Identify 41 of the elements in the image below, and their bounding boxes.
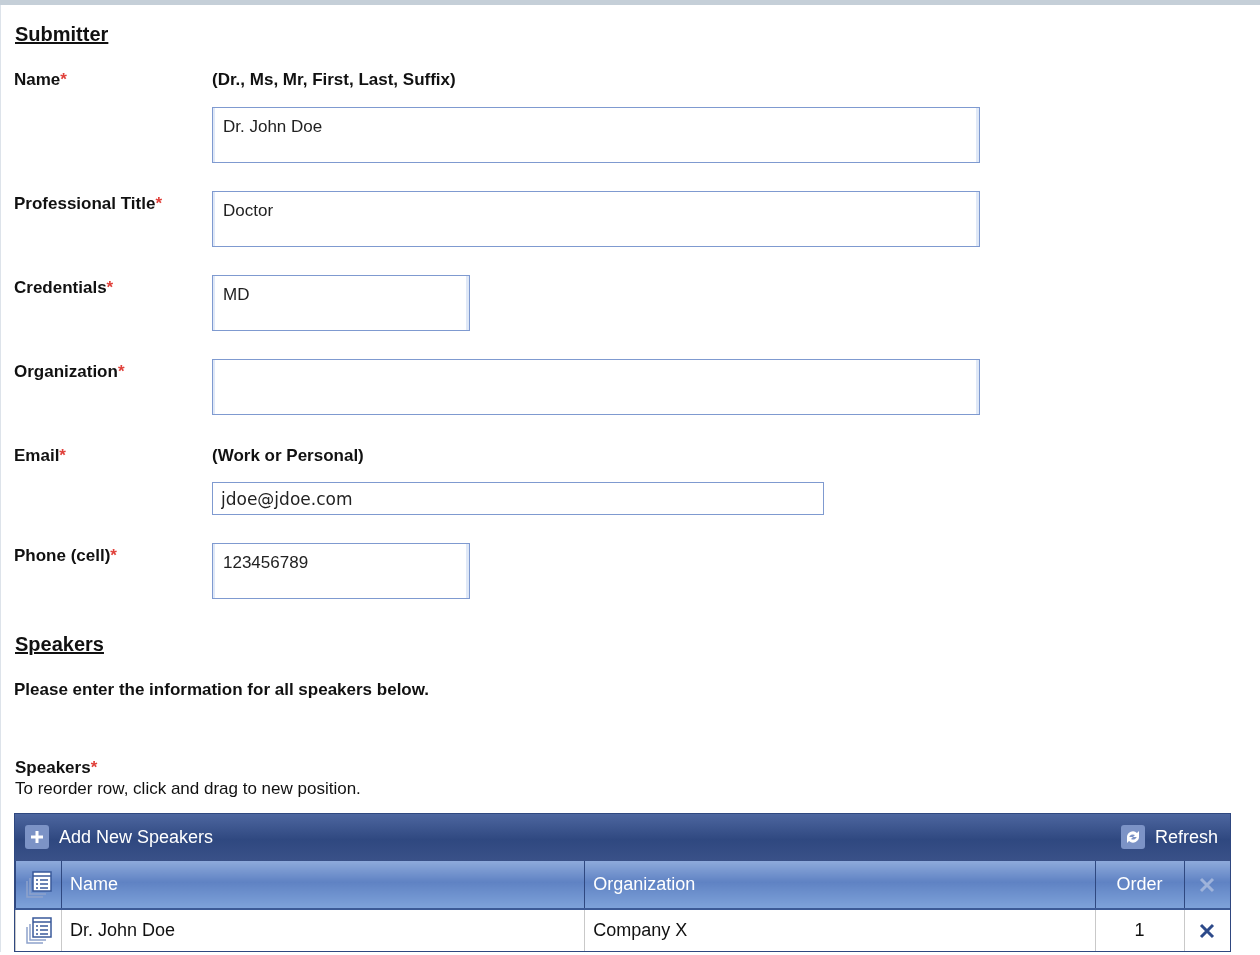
field-label: Name bbox=[14, 70, 61, 89]
delete-button[interactable] bbox=[1199, 922, 1216, 939]
text-area[interactable]: 123456789 bbox=[212, 543, 470, 599]
input-field[interactable]: jdoe@jdoe.com bbox=[212, 482, 824, 515]
list-icon bbox=[24, 869, 53, 900]
field-hint: (Work or Personal) bbox=[212, 444, 365, 467]
field-label: Phone (cell) bbox=[14, 546, 111, 565]
list-icon bbox=[24, 915, 53, 946]
text-area[interactable]: Doctor bbox=[212, 190, 980, 247]
field-label: Speakers bbox=[15, 757, 91, 777]
column-header: Organization bbox=[584, 860, 1095, 909]
field-label: Organization bbox=[14, 361, 118, 381]
text-area[interactable]: Dr. John Doe bbox=[212, 106, 980, 163]
close-icon bbox=[1199, 922, 1216, 939]
intro-text: Please enter the information for all speakers below. bbox=[14, 679, 431, 701]
required-asterisk: * bbox=[106, 277, 114, 297]
table-cell: Dr. John Doe bbox=[61, 908, 585, 951]
required-asterisk: * bbox=[90, 757, 98, 777]
section-heading: Submitter bbox=[15, 22, 110, 47]
add-button[interactable]: Add New Speakers bbox=[25, 823, 214, 851]
field-label: Email bbox=[14, 445, 60, 465]
table-cell: Company X bbox=[584, 908, 1095, 951]
column-header: Order bbox=[1095, 860, 1184, 909]
required-asterisk: * bbox=[110, 546, 117, 565]
close-icon bbox=[1199, 876, 1216, 893]
required-asterisk: * bbox=[60, 70, 67, 89]
plus-icon bbox=[25, 825, 49, 850]
text-area[interactable] bbox=[212, 358, 980, 415]
column-header: Name bbox=[61, 860, 585, 909]
section-heading: Speakers bbox=[15, 632, 105, 657]
table-cell: 1 bbox=[1095, 908, 1184, 951]
instruction-text: To reorder row, click and drag to new position. bbox=[15, 780, 362, 799]
field-label: Credentials bbox=[14, 277, 107, 297]
required-asterisk: * bbox=[155, 193, 163, 213]
field-hint: (Dr., Ms, Mr, First, Last, Suffix) bbox=[212, 69, 457, 91]
required-asterisk: * bbox=[59, 445, 66, 465]
text-area[interactable]: MD bbox=[212, 274, 470, 331]
required-asterisk: * bbox=[117, 361, 125, 381]
refresh-button[interactable]: Refresh bbox=[1120, 823, 1218, 851]
refresh-icon bbox=[1120, 825, 1145, 850]
field-label: Professional Title bbox=[14, 193, 156, 213]
